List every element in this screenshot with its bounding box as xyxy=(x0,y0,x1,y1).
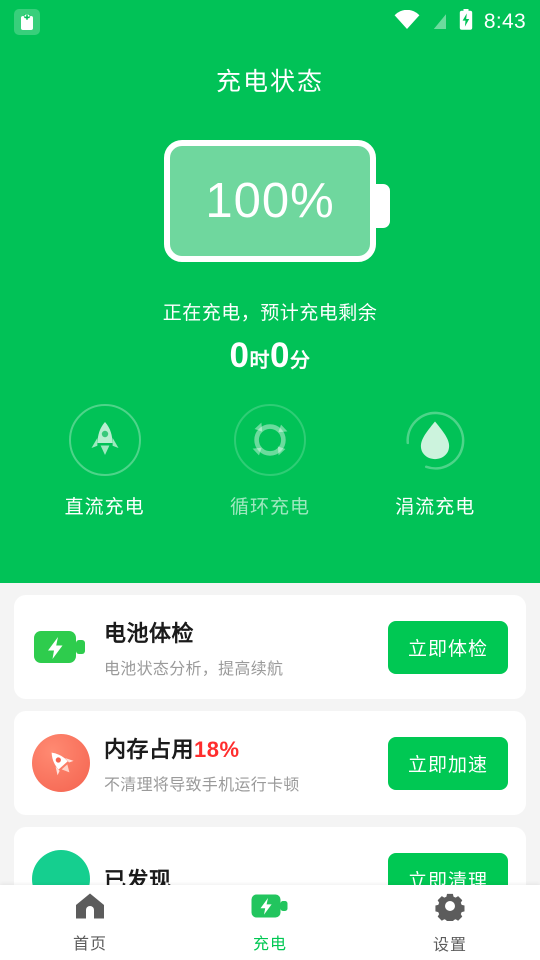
bottom-navigation: 首页 充电 设置 xyxy=(0,885,540,960)
remaining-hours-unit: 时 xyxy=(249,350,270,372)
battery-checkup-button[interactable]: 立即体检 xyxy=(387,620,508,674)
status-bar-clock: 8:43 xyxy=(483,10,526,33)
charging-remaining-time: 0时0分 xyxy=(0,336,540,376)
status-bar-right: 8:43 xyxy=(394,9,526,35)
recycle-icon xyxy=(252,422,288,456)
card-battery-checkup-subtitle: 电池状态分析，提高续航 xyxy=(104,660,284,678)
nav-item-settings[interactable]: 设置 xyxy=(360,891,540,955)
battery-bolt-icon xyxy=(32,618,90,676)
nav-item-charging-label: 充电 xyxy=(252,935,287,953)
remaining-minutes: 0 xyxy=(270,336,290,375)
charging-mode-cycle[interactable]: 循环充电 xyxy=(205,404,335,519)
charging-modes: 直流充电 循环充电 涓流充电 xyxy=(0,404,540,519)
battery-indicator: 100% xyxy=(0,140,540,262)
page-title: 充电状态 xyxy=(215,68,324,96)
charging-mode-trickle-label: 涓流充电 xyxy=(395,497,476,518)
card-memory-usage[interactable]: 内存占用18% 不清理将导致手机运行卡顿 立即加速 xyxy=(14,711,526,815)
charging-mode-direct[interactable]: 直流充电 xyxy=(40,404,170,519)
card-battery-checkup[interactable]: 电池体检 电池状态分析，提高续航 立即体检 xyxy=(14,595,526,699)
water-drop-icon xyxy=(406,411,465,470)
rocket-icon xyxy=(91,422,119,455)
charging-mode-cycle-label: 循环充电 xyxy=(229,497,310,518)
nav-item-home-label: 首页 xyxy=(72,935,107,953)
card-memory-usage-percent: 18% xyxy=(194,736,240,762)
card-memory-usage-title: 内存占用18% xyxy=(104,732,388,764)
charging-mode-direct-label: 直流充电 xyxy=(64,497,145,518)
card-memory-usage-title-prefix: 内存占用 xyxy=(104,736,195,762)
status-bar-left xyxy=(14,9,40,35)
charging-mode-direct-ring xyxy=(68,404,141,476)
gear-icon xyxy=(435,891,465,926)
charging-mode-trickle-ring xyxy=(399,404,471,476)
charging-mode-trickle[interactable]: 涓流充电 xyxy=(370,404,500,519)
remaining-hours: 0 xyxy=(229,336,250,375)
signal-off-icon xyxy=(431,10,448,35)
card-battery-checkup-title: 电池体检 xyxy=(104,620,195,646)
home-icon xyxy=(75,892,105,925)
clipboard-icon xyxy=(14,9,40,35)
card-battery-checkup-text: 电池体检 电池状态分析，提高续航 xyxy=(104,616,388,679)
battery-charging-icon xyxy=(459,9,473,35)
charging-header: 8:43 充电状态 100% 正在充电，预计充电剩余 0时0分 直流充电 循环充… xyxy=(0,0,540,583)
battery-percent-label: 100% xyxy=(205,174,335,228)
battery-body: 100% xyxy=(164,140,390,262)
rocket-icon-circle xyxy=(32,734,90,792)
card-memory-usage-subtitle: 不清理将导致手机运行卡顿 xyxy=(104,776,300,794)
status-bar: 8:43 xyxy=(0,0,540,44)
rocket-icon xyxy=(32,734,90,792)
memory-speedup-button[interactable]: 立即加速 xyxy=(387,736,508,790)
app-screen: 8:43 充电状态 100% 正在充电，预计充电剩余 0时0分 直流充电 循环充… xyxy=(0,0,540,960)
charging-status-text: 正在充电，预计充电剩余 xyxy=(162,303,378,324)
nav-item-home[interactable]: 首页 xyxy=(0,892,180,954)
nav-item-charging[interactable]: 充电 xyxy=(180,892,360,954)
remaining-minutes-unit: 分 xyxy=(289,350,311,372)
nav-item-settings-label: 设置 xyxy=(432,936,467,954)
wifi-icon xyxy=(394,9,420,34)
battery-cap xyxy=(372,184,390,228)
card-memory-usage-text: 内存占用18% 不清理将导致手机运行卡顿 xyxy=(104,732,388,795)
charging-mode-cycle-ring xyxy=(233,404,306,476)
battery-bolt-icon xyxy=(251,892,289,925)
